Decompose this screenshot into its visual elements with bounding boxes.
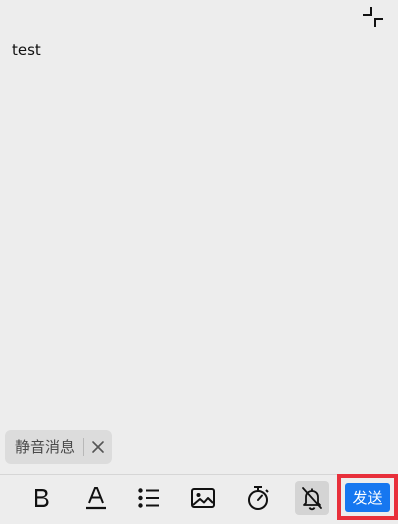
mute-button[interactable] [295,481,329,515]
silent-message-label: 静音消息 [15,438,85,456]
message-composer: test 静音消息 发送 [0,0,400,524]
image-button[interactable] [186,481,220,515]
text-color-icon [86,487,106,510]
send-button-highlight: 发送 [337,474,398,520]
image-icon [191,488,215,508]
silent-message-close-button[interactable] [84,430,112,464]
collapse-icon [363,7,383,27]
text-color-button[interactable] [79,481,113,515]
message-input[interactable]: test [12,40,41,60]
bold-button[interactable] [24,481,58,515]
bold-icon [35,489,49,507]
list-button[interactable] [132,481,166,515]
close-icon [92,441,104,453]
silent-message-chip: 静音消息 [5,430,113,464]
list-icon [138,488,159,508]
timer-button[interactable] [241,481,275,515]
send-button[interactable]: 发送 [345,482,390,512]
timer-icon [248,486,269,510]
bell-off-icon [302,487,322,511]
collapse-button[interactable] [358,4,388,30]
